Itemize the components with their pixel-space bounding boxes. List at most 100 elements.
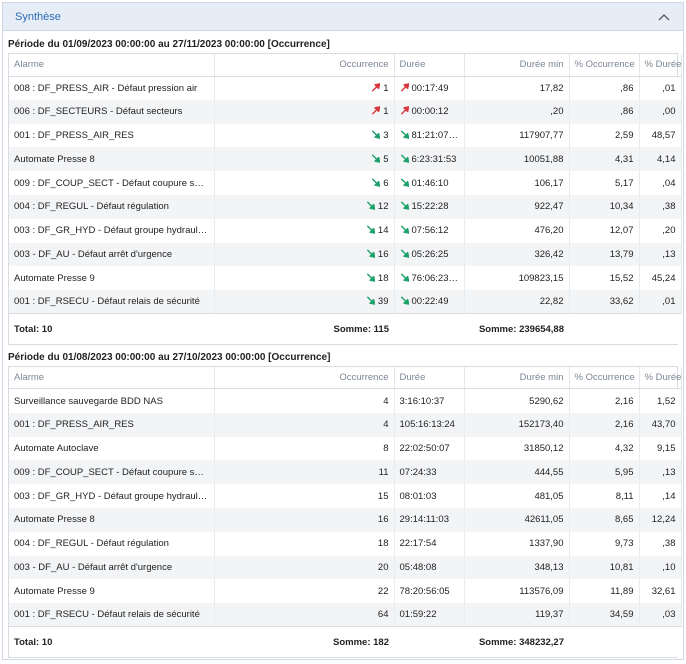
pct-duree-value: 43,70 [639, 412, 682, 437]
table-row[interactable]: 001 : DF_RSECU - Défaut relais de sécuri… [9, 290, 682, 314]
pct-duree-value: ,13 [639, 242, 682, 267]
alarm-name: 001 : DF_PRESS_AIR_RES [9, 123, 215, 148]
table-row[interactable]: Surveillance sauvegarde BDD NAS 4 3:16:10:… [9, 388, 682, 413]
alarm-name: 001 : DF_RSECU - Défaut relais de sécuri… [9, 290, 215, 314]
panel-title: Synthèse [15, 10, 61, 23]
table-row[interactable]: 003 - DF_AU - Défaut arrêt d'urgence 20 05… [9, 555, 682, 580]
table-row[interactable]: 004 : DF_REGUL - Défaut régulation 18 22:1… [9, 531, 682, 556]
pct-duree-value: ,38 [639, 194, 682, 219]
col-header-duree[interactable]: Durée [394, 54, 465, 77]
total-count: Total: 10 [9, 313, 214, 344]
panel-header[interactable]: Synthèse [3, 3, 683, 31]
duree-min-value: 152173,40 [464, 412, 570, 437]
trend-down-icon [400, 273, 409, 282]
trend-down-icon [366, 201, 375, 211]
duree-min-value: 117907,77 [464, 123, 570, 148]
duree-min-value: 106,17 [464, 171, 570, 195]
alarm-name: Automate Presse 8 [9, 507, 215, 532]
alarm-name: 003 - DF_AU - Défaut arrêt d'urgence [9, 555, 215, 580]
duree-value: 78:20:56:05 [394, 579, 465, 604]
duree-min-value: 922,47 [464, 194, 570, 219]
alarm-name: 001 : DF_RSECU - Défaut relais de sécuri… [9, 603, 215, 627]
duree-min-value: 119,37 [464, 603, 570, 627]
alarm-name: 003 : DF_GR_HYD - Défaut groupe hydrauli… [9, 484, 215, 508]
trend-down-icon [366, 249, 375, 258]
table-row[interactable]: 008 : DF_PRESS_AIR - Défaut pression air… [9, 76, 682, 100]
alarm-name: 003 - DF_AU - Défaut arrêt d'urgence [9, 242, 215, 267]
table-row[interactable]: 006 : DF_SECTEURS - Défaut secteurs 1 00:0… [9, 99, 682, 124]
duree-min-value: 42611,05 [464, 507, 570, 532]
trend-down-icon [400, 225, 409, 234]
alarm-name: Automate Presse 9 [9, 579, 215, 604]
occurrence-value: 20 [214, 555, 395, 580]
col-header-pct-duree[interactable]: % Durée [639, 366, 682, 390]
duree-value: 22:02:50:07 [394, 436, 465, 461]
col-header-alarme[interactable]: Alarme [9, 366, 215, 390]
trend-up-icon [400, 106, 409, 115]
table-row[interactable]: 009 : DF_COUP_SECT - Défaut coupure sect… [9, 171, 682, 195]
table-row[interactable]: 001 : DF_PRESS_AIR_RES 3 81:21:07:45 117907… [9, 123, 682, 148]
alarm-grid: Alarme Occurrence Durée Durée min % Occu… [8, 365, 682, 658]
col-header-alarme[interactable]: Alarme [9, 54, 215, 77]
pct-duree-value: ,13 [639, 460, 682, 485]
col-header-occurrence[interactable]: Occurrence [214, 366, 395, 390]
pct-occurrence-value: 10,34 [569, 194, 640, 219]
table-row[interactable]: Automate Presse 9 18 76:06:23:09 109823,15 1… [9, 266, 682, 291]
duree-value: 6:23:31:53 [394, 147, 465, 172]
trend-down-icon [366, 225, 375, 234]
duree-min-value: 481,05 [464, 484, 570, 508]
duree-value: 3:16:10:37 [394, 388, 465, 413]
occurrence-value: 18 [214, 531, 395, 556]
period-section: Période du 01/09/2023 00:00:00 au 27/11/… [3, 36, 683, 345]
table-row[interactable]: 003 : DF_GR_HYD - Défaut groupe hydrauli… [9, 218, 682, 243]
table-row[interactable]: 004 : DF_REGUL - Défaut régulation 12 15:2… [9, 194, 682, 219]
table-row[interactable]: 001 : DF_PRESS_AIR_RES 4 105:16:13:24 15217… [9, 412, 682, 437]
pct-duree-value: ,10 [639, 555, 682, 580]
footer-row: Total: 10 Somme: 115 Somme: 239654,88 [9, 313, 681, 344]
col-header-pct-occurrence[interactable]: % Occurrence [569, 366, 640, 390]
table-row[interactable]: Automate Presse 8 5 6:23:31:53 10051,88 4,31… [9, 147, 682, 172]
occurrence-value: 64 [214, 603, 395, 627]
sum-occurrence: Somme: 115 [214, 313, 394, 344]
table-row[interactable]: 003 - DF_AU - Défaut arrêt d'urgence 16 05… [9, 242, 682, 267]
table-row[interactable]: Automate Presse 9 22 78:20:56:05 113576,09 1… [9, 579, 682, 604]
total-count: Total: 10 [9, 626, 214, 657]
trend-up-icon [372, 106, 381, 115]
occurrence-value: 8 [214, 436, 395, 461]
alarm-name: 003 : DF_GR_HYD - Défaut groupe hydrauli… [9, 218, 215, 243]
occurrence-value: 5 [214, 147, 395, 172]
header-row: Alarme Occurrence Durée Durée min % Occu… [9, 54, 682, 77]
alarm-name: 009 : DF_COUP_SECT - Défaut coupure sect… [9, 171, 215, 195]
occurrence-value: 22 [214, 579, 395, 604]
col-header-duree-min[interactable]: Durée min [464, 54, 570, 77]
trend-down-icon [372, 177, 381, 187]
col-header-pct-occurrence[interactable]: % Occurrence [569, 54, 640, 77]
pct-duree-value: ,03 [639, 603, 682, 627]
pct-occurrence-value: 5,17 [569, 171, 640, 195]
table-row[interactable]: 001 : DF_RSECU - Défaut relais de sécuri… [9, 603, 682, 627]
pct-occurrence-value: 15,52 [569, 266, 640, 291]
table-row[interactable]: Automate Presse 8 16 29:14:11:03 42611,05 8,… [9, 507, 682, 532]
col-header-occurrence[interactable]: Occurrence [214, 54, 395, 77]
footer-row: Total: 10 Somme: 182 Somme: 348232,27 [9, 626, 681, 657]
pct-duree-value: ,01 [639, 76, 682, 100]
sum-duree-min: Somme: 348232,27 [464, 626, 569, 657]
period-section: Période du 01/08/2023 00:00:00 au 27/10/… [3, 349, 683, 658]
col-header-duree[interactable]: Durée [394, 366, 465, 390]
alarm-name: 008 : DF_PRESS_AIR - Défaut pression air [9, 76, 215, 100]
period-title: Période du 01/09/2023 00:00:00 au 27/11/… [8, 39, 330, 50]
trend-down-icon [372, 130, 381, 139]
duree-value: 105:16:13:24 [394, 412, 465, 437]
pct-occurrence-value: 4,32 [569, 436, 640, 461]
pct-occurrence-value: 2,59 [569, 123, 640, 148]
table-row[interactable]: Automate Autoclave 8 22:02:50:07 31850,12 4,… [9, 436, 682, 461]
pct-occurrence-value: ,86 [569, 76, 640, 100]
chevron-up-icon[interactable] [657, 10, 671, 24]
table-row[interactable]: 003 : DF_GR_HYD - Défaut groupe hydrauli… [9, 484, 682, 508]
trend-down-icon [366, 296, 375, 306]
alarm-name: 001 : DF_PRESS_AIR_RES [9, 412, 215, 437]
sum-occurrence: Somme: 182 [214, 626, 394, 657]
table-row[interactable]: 009 : DF_COUP_SECT - Défaut coupure sect… [9, 460, 682, 485]
col-header-pct-duree[interactable]: % Durée [639, 54, 682, 77]
col-header-duree-min[interactable]: Durée min [464, 366, 570, 390]
